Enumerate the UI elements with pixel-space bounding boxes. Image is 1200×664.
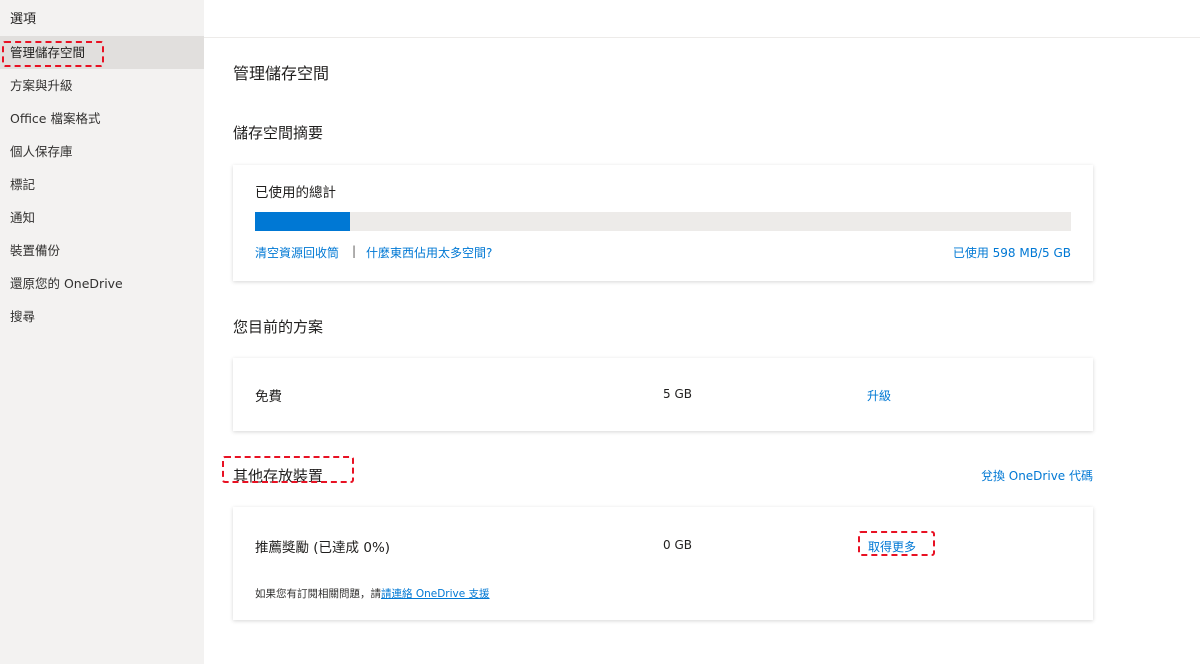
sidebar-item-search[interactable]: 搜尋 (0, 300, 204, 333)
sidebar-item-notifications[interactable]: 通知 (0, 201, 204, 234)
upgrade-link[interactable]: 升級 (867, 387, 891, 404)
sidebar-item-office-file-formats[interactable]: Office 檔案格式 (0, 102, 204, 135)
sidebar-item-personal-vault[interactable]: 個人保存庫 (0, 135, 204, 168)
referral-bonus-label: 推薦獎勵 (已達成 0%) (255, 540, 391, 556)
storage-progress-fill (255, 212, 351, 231)
referral-size: 0 GB (663, 538, 692, 552)
current-plan-card: 免費 5 GB 升級 (233, 358, 1093, 431)
link-separator: | (352, 244, 357, 258)
top-divider (204, 37, 1200, 38)
other-storage-card: 推薦獎勵 (已達成 0%) 0 GB 取得更多 如果您有訂閱相關問題，請請連絡 … (233, 507, 1093, 620)
storage-progress-bar (255, 212, 1071, 231)
storage-summary-heading: 儲存空間摘要 (233, 124, 324, 142)
sidebar-title: 選項 (10, 12, 37, 27)
contact-support-link[interactable]: 請連絡 OneDrive 支援 (381, 588, 490, 600)
other-storage-heading: 其他存放裝置 (233, 467, 324, 485)
storage-usage-text: 已使用 598 MB/5 GB (952, 246, 1071, 260)
get-more-link[interactable]: 取得更多 (868, 538, 916, 555)
total-used-label: 已使用的總計 (255, 185, 336, 201)
sidebar-item-plans-upgrades[interactable]: 方案與升級 (0, 69, 204, 102)
sidebar-item-restore-onedrive[interactable]: 還原您的 OneDrive (0, 267, 204, 300)
redeem-onedrive-code-link[interactable]: 兌換 OneDrive 代碼 (981, 467, 1093, 484)
storage-summary-card: 已使用的總計 清空資源回收筒 | 什麼東西佔用太多空間? 已使用 598 MB/… (233, 165, 1093, 281)
support-note-text: 如果您有訂閱相關問題，請 (255, 588, 381, 600)
sidebar-item-manage-storage[interactable]: 管理儲存空間 (0, 36, 204, 69)
current-plan-heading: 您目前的方案 (233, 318, 324, 336)
plan-name: 免費 (255, 389, 282, 405)
what-takes-space-link[interactable]: 什麼東西佔用太多空間? (366, 244, 492, 261)
page-title: 管理儲存空間 (233, 64, 330, 83)
sidebar-item-tags[interactable]: 標記 (0, 168, 204, 201)
sidebar-item-device-backup[interactable]: 裝置備份 (0, 234, 204, 267)
empty-recycle-bin-link[interactable]: 清空資源回收筒 (255, 244, 339, 261)
plan-size: 5 GB (663, 387, 692, 401)
support-note: 如果您有訂閱相關問題，請請連絡 OneDrive 支援 (255, 586, 490, 601)
sidebar: 選項 管理儲存空間 方案與升級 Office 檔案格式 個人保存庫 標記 通知 … (0, 0, 204, 664)
